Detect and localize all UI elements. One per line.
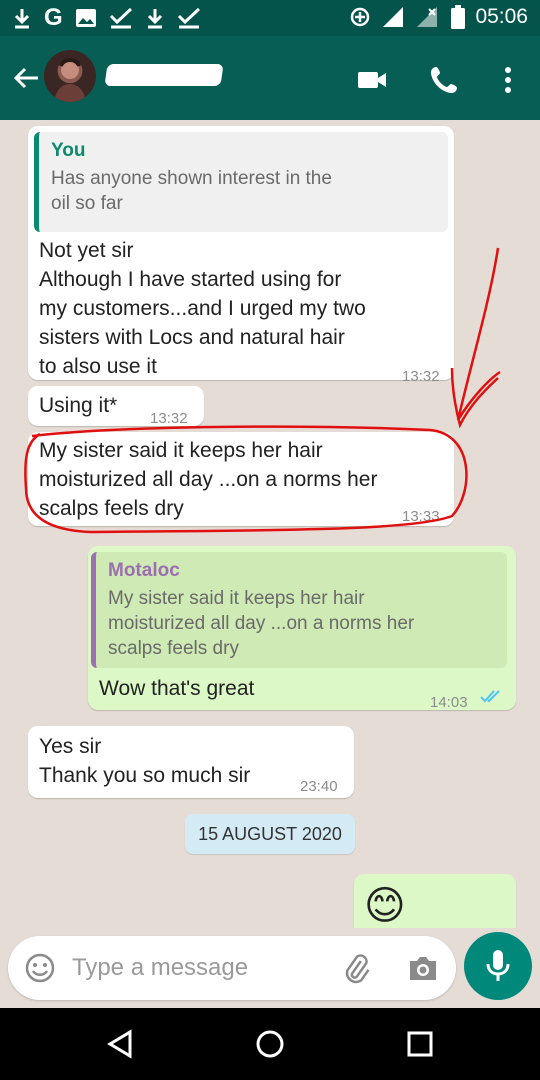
date-separator: 15 AUGUST 2020 — [185, 814, 355, 854]
video-call-icon[interactable] — [356, 64, 388, 96]
data-saver-icon — [351, 7, 370, 27]
message-time: 13:32 — [150, 410, 188, 427]
message-bubble-incoming[interactable]: You Has anyone shown interest in the oil… — [28, 126, 454, 385]
nav-home-icon[interactable] — [254, 1028, 286, 1060]
check-download-icon — [177, 7, 200, 29]
download-icon — [147, 9, 162, 29]
quoted-author: You — [51, 140, 86, 161]
image-icon — [75, 9, 96, 27]
quoted-message[interactable]: You Has anyone shown interest in the oil… — [34, 132, 448, 232]
message-bubble-incoming[interactable]: My sister said it keeps her hair moistur… — [28, 432, 454, 526]
message-bubble-outgoing[interactable]: Motaloc My sister said it keeps her hair… — [88, 546, 516, 711]
message-composer[interactable]: Type a message — [8, 936, 456, 1000]
message-text: Not yet sir Although I have started usin… — [39, 239, 366, 378]
battery-icon — [451, 5, 466, 29]
message-text: Yes sir Thank you so much sir — [39, 735, 251, 787]
message-text: Wow that's great — [99, 677, 255, 700]
message-bubble-outgoing[interactable]: 😊 — [354, 874, 516, 928]
more-vert-icon[interactable] — [492, 64, 524, 96]
back-arrow-icon[interactable] — [12, 64, 40, 92]
status-bar: G 05:06 — [0, 0, 540, 36]
emoji-message: 😊 — [364, 884, 406, 928]
message-bubble-incoming[interactable]: Using it* 13:32 — [28, 386, 204, 427]
signal-no-data-icon — [417, 7, 438, 27]
message-text: My sister said it keeps her hair moistur… — [39, 439, 378, 520]
check-download-icon — [109, 7, 132, 29]
camera-icon[interactable] — [406, 952, 440, 984]
signal-icon — [383, 7, 404, 27]
quoted-text: Has anyone shown interest in the oil so … — [51, 168, 332, 214]
contact-name-redacted[interactable] — [104, 64, 224, 86]
message-text: Using it* — [39, 394, 118, 417]
quoted-text: My sister said it keeps her hair moistur… — [108, 588, 415, 659]
nav-recents-icon[interactable] — [404, 1028, 436, 1060]
message-time: 13:32 — [402, 368, 440, 385]
quoted-message[interactable]: Motaloc My sister said it keeps her hair… — [91, 552, 507, 668]
clock: 05:06 — [475, 5, 528, 28]
contact-avatar[interactable] — [44, 50, 96, 102]
emoji-icon[interactable] — [24, 952, 56, 984]
google-icon: G — [44, 4, 63, 31]
message-input[interactable]: Type a message — [72, 954, 248, 982]
download-icon — [14, 9, 30, 29]
arrow-annotation — [450, 247, 501, 429]
mic-button[interactable] — [464, 932, 532, 1000]
system-nav-bar — [0, 1008, 540, 1080]
chat-area[interactable]: You Has anyone shown interest in the oil… — [0, 120, 540, 928]
mic-icon — [486, 950, 510, 981]
read-double-check-icon — [480, 690, 500, 703]
nav-back-icon[interactable] — [104, 1028, 136, 1060]
message-time: 23:40 — [300, 778, 338, 795]
quoted-author: Motaloc — [108, 560, 180, 581]
chat-header — [0, 36, 540, 120]
message-bubble-incoming[interactable]: Yes sir Thank you so much sir 23:40 — [28, 726, 354, 798]
attach-icon[interactable] — [340, 952, 372, 984]
phone-icon[interactable] — [428, 64, 460, 96]
message-time: 13:33 — [402, 508, 440, 525]
message-time: 14:03 — [430, 694, 468, 711]
